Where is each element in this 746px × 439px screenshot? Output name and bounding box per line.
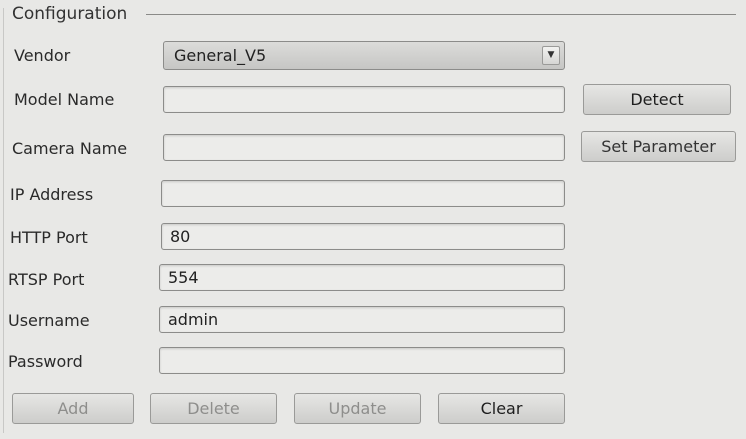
update-button[interactable]: Update (294, 393, 421, 424)
group-box-border-top (146, 14, 736, 15)
ip-address-input[interactable] (161, 180, 565, 207)
camera-name-label: Camera Name (12, 139, 128, 158)
clear-button[interactable]: Clear (438, 393, 565, 424)
username-label: Username (8, 311, 90, 330)
model-name-input[interactable] (163, 86, 565, 113)
rtsp-port-input[interactable] (159, 264, 565, 291)
set-parameter-button[interactable]: Set Parameter (581, 131, 736, 162)
http-port-input[interactable] (161, 223, 565, 250)
group-title: Configuration (10, 4, 132, 24)
rtsp-port-label: RTSP Port (8, 270, 85, 289)
add-button[interactable]: Add (12, 393, 134, 424)
delete-button[interactable]: Delete (150, 393, 277, 424)
password-label: Password (8, 352, 83, 371)
username-input[interactable] (159, 306, 565, 333)
model-name-label: Model Name (14, 90, 115, 109)
vendor-select-value: General_V5 (174, 46, 267, 65)
camera-name-input[interactable] (163, 134, 565, 161)
vendor-select[interactable]: General_V5 ▼ (163, 41, 565, 70)
ip-address-label: IP Address (10, 185, 94, 204)
detect-button[interactable]: Detect (583, 84, 731, 115)
vendor-label: Vendor (14, 46, 71, 65)
group-box-border (3, 8, 4, 433)
password-input[interactable] (159, 347, 565, 374)
http-port-label: HTTP Port (10, 228, 88, 247)
chevron-down-icon[interactable]: ▼ (542, 46, 560, 65)
